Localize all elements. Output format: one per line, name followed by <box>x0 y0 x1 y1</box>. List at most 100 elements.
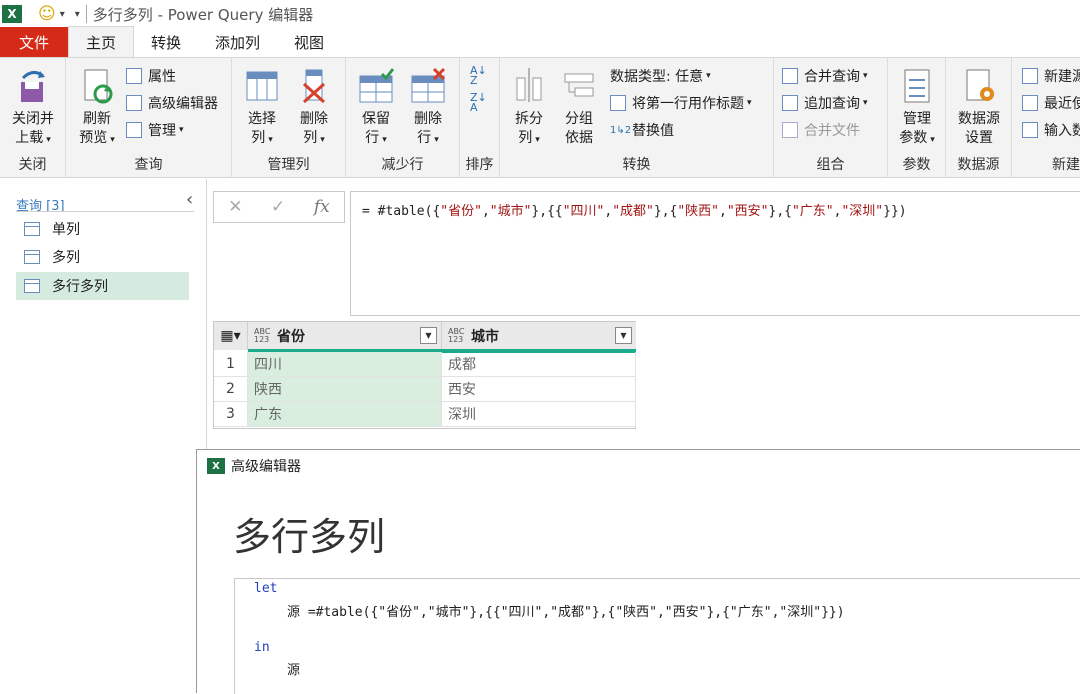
tab-home[interactable]: 主页 <box>68 26 135 57</box>
formula-input[interactable]: = #table({"省份","城市"},{{"四川","成都"},{"陕西",… <box>350 191 1080 316</box>
any-type-icon[interactable]: ABC 123 <box>254 328 270 344</box>
use-first-row-headers-button[interactable]: 将第一行用作标题 ▾ <box>610 92 752 114</box>
query-item[interactable]: 多列 <box>16 243 189 271</box>
advanced-editor-button[interactable]: 高级编辑器 <box>126 92 218 114</box>
advanced-editor-titlebar: X 高级编辑器 <box>197 450 1080 482</box>
code-line: 源 <box>287 663 301 678</box>
properties-button[interactable]: 属性 <box>126 65 176 87</box>
query-item[interactable]: 单列 <box>16 215 189 243</box>
query-item-selected[interactable]: 多行多列 <box>16 272 189 300</box>
title-bar: X ☺ ▾ ▾ 多行多列 - Power Query 编辑器 <box>0 0 1080 28</box>
choose-columns-button[interactable]: 选择 列 ▾ <box>238 66 286 150</box>
table-cell[interactable]: 陕西 <box>248 377 442 402</box>
quick-access-customize-icon[interactable]: ▾ <box>75 9 80 20</box>
sort-ascending-button[interactable]: A↓ Z <box>470 65 487 87</box>
manage-parameters-label: 管理 <box>903 111 931 127</box>
manage-button[interactable]: 管理 ▾ <box>126 119 184 141</box>
table-menu-icon[interactable]: ▦▾ <box>214 322 248 350</box>
group-query: 刷新 预览 ▾ 属性 高级编辑器 管理 ▾ 查询 <box>66 58 232 178</box>
append-queries-button[interactable]: 追加查询 ▾ <box>782 92 868 114</box>
table-cell[interactable]: 西安 <box>442 377 636 402</box>
cancel-icon[interactable]: ✕ <box>228 197 242 217</box>
recent-sources-button[interactable]: 最近使 <box>1022 92 1080 114</box>
collapse-pane-icon[interactable]: ‹ <box>186 189 193 210</box>
group-manage-columns: 选择 列 ▾ 删除 列 ▾ 管理列 <box>232 58 346 178</box>
split-column-label2: 列 ▾ <box>518 130 540 146</box>
new-source-button[interactable]: 新建源 <box>1022 65 1080 87</box>
remove-rows-icon <box>408 66 448 106</box>
table-cell[interactable]: 四川 <box>248 352 442 377</box>
replace-values-button[interactable]: 1↳2 替换值 <box>610 119 674 141</box>
enter-data-label: 输入数 <box>1044 123 1080 139</box>
data-source-settings-label2: 设置 <box>965 130 993 146</box>
column-header-label: 省份 <box>277 329 305 345</box>
group-sort: A↓ Z Z↓ A 排序 <box>460 58 500 178</box>
filter-dropdown-icon[interactable]: ▼ <box>615 327 632 344</box>
tab-transform[interactable]: 转换 <box>134 27 198 57</box>
recent-sources-label: 最近使 <box>1044 96 1080 112</box>
manage-label: 管理 <box>148 123 176 139</box>
enter-data-button[interactable]: 输入数 <box>1022 119 1080 141</box>
use-first-row-label: 将第一行用作标题 <box>632 96 744 112</box>
column-header-city[interactable]: ABC 123 城市 ▼ <box>442 322 636 350</box>
group-label-close: 关闭 <box>18 157 47 173</box>
split-column-button[interactable]: 拆分 列 ▾ <box>506 66 552 150</box>
filter-dropdown-icon[interactable]: ▼ <box>420 327 437 344</box>
remove-rows-button[interactable]: 删除 行 ▾ <box>404 66 452 150</box>
window-title: 多行多列 - Power Query 编辑器 <box>92 5 314 24</box>
tab-view[interactable]: 视图 <box>277 27 341 57</box>
sort-ascending-icon: A↓ Z <box>470 64 487 87</box>
manage-parameters-button[interactable]: 管理 参数 ▾ <box>892 66 942 150</box>
chevron-down-icon: ▾ <box>863 98 868 108</box>
sort-descending-button[interactable]: Z↓ A <box>470 92 487 114</box>
append-queries-label: 追加查询 <box>804 96 860 112</box>
fx-icon[interactable]: fx <box>314 197 330 217</box>
group-by-label2: 依据 <box>565 130 593 146</box>
table-cell[interactable]: 成都 <box>442 352 636 377</box>
group-label-sort: 排序 <box>465 157 494 173</box>
any-type-icon[interactable]: ABC 123 <box>448 328 464 344</box>
chevron-down-icon: ▾ <box>179 125 184 135</box>
data-source-settings-label: 数据源 <box>958 111 1000 127</box>
group-reduce-rows: 保留 行 ▾ 删除 行 ▾ 减少行 <box>346 58 460 178</box>
advanced-editor-label: 高级编辑器 <box>148 96 218 112</box>
group-label-query: 查询 <box>134 157 163 173</box>
enter-data-icon <box>1022 122 1038 138</box>
refresh-preview-button[interactable]: 刷新 预览 ▾ <box>72 66 122 150</box>
query-item-label: 多行多列 <box>52 279 108 295</box>
recent-sources-icon <box>1022 95 1038 111</box>
column-header-province[interactable]: ABC 123 省份 ▼ <box>248 322 442 350</box>
group-label-data-source: 数据源 <box>957 157 1000 173</box>
manage-icon <box>126 122 142 138</box>
close-and-load-label2: 上载 ▾ <box>15 130 51 146</box>
close-and-load-button[interactable]: 关闭并 上载 ▾ <box>6 66 60 150</box>
remove-columns-button[interactable]: 删除 列 ▾ <box>290 66 338 150</box>
smiley-feedback-icon[interactable]: ☺ <box>38 4 56 24</box>
table-cell[interactable]: 深圳 <box>442 402 636 427</box>
close-and-load-label: 关闭并 <box>12 111 54 127</box>
table-cell[interactable]: 广东 <box>248 402 442 427</box>
group-label-new-query: 新建 <box>1052 157 1080 173</box>
group-by-button[interactable]: 分组 依据 <box>556 66 602 148</box>
confirm-icon[interactable]: ✓ <box>271 197 285 217</box>
data-source-settings-button[interactable]: 数据源 设置 <box>950 66 1008 148</box>
dropdown-icon[interactable]: ▾ <box>60 9 65 20</box>
data-source-settings-icon <box>959 66 999 106</box>
combine-files-icon <box>782 122 798 138</box>
code-editor[interactable]: let 源 =#table({"省份","城市"},{{"四川","成都"},{… <box>234 578 1080 694</box>
tab-add-column[interactable]: 添加列 <box>198 27 277 57</box>
merge-queries-button[interactable]: 合并查询 ▾ <box>782 65 868 87</box>
chevron-down-icon: ▾ <box>863 71 868 81</box>
row-number: 2 <box>214 377 248 402</box>
advanced-editor-window-title: 高级编辑器 <box>231 459 301 475</box>
merge-queries-icon <box>782 68 798 84</box>
ribbon: 关闭并 上载 ▾ 关闭 刷新 预览 ▾ 属性 高级编辑器 管理 ▾ 查询 选择 列 ▾ <box>0 58 1080 178</box>
combine-files-label: 合并文件 <box>804 123 860 139</box>
advanced-editor-query-name: 多行多列 <box>233 515 386 559</box>
tab-file[interactable]: 文件 <box>0 27 68 57</box>
data-type-dropdown[interactable]: 数据类型: 任意 ▾ <box>610 65 711 87</box>
group-close: 关闭并 上载 ▾ 关闭 <box>0 58 66 178</box>
chevron-down-icon: ▾ <box>747 98 752 108</box>
keep-rows-button[interactable]: 保留 行 ▾ <box>352 66 400 150</box>
queries-pane: 查询 [3] ‹ 单列 多列 多行多列 <box>0 179 207 693</box>
